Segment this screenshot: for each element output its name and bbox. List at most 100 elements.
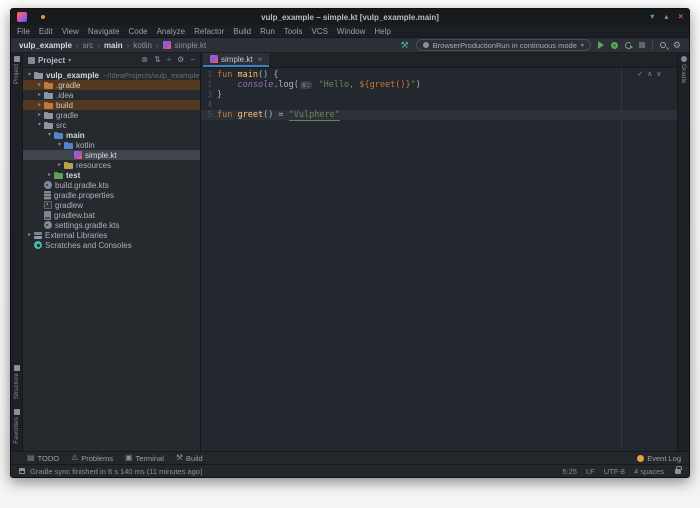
menu-run[interactable]: Run — [260, 27, 275, 36]
gradle-tool-icon — [680, 56, 687, 62]
breadcrumb-src[interactable]: src — [83, 41, 94, 50]
stop-button[interactable] — [638, 42, 645, 48]
hide-panel-button[interactable]: − — [190, 56, 195, 64]
profiler-button[interactable] — [624, 41, 633, 49]
tree-right-arrow-icon[interactable]: ▸ — [35, 100, 44, 110]
breadcrumb-kotlin[interactable]: kotlin — [133, 41, 152, 50]
code-line-5[interactable]: 5 fun greet() = "Vulphere" — [201, 110, 677, 121]
menu-tools[interactable]: Tools — [284, 27, 303, 36]
menu-help[interactable]: Help — [374, 27, 390, 36]
close-button[interactable]: × — [678, 13, 683, 21]
tool-stripe-structure[interactable]: Structure — [13, 364, 20, 399]
tree-item-gradle[interactable]: ▸ gradle — [23, 110, 200, 120]
next-problem-icon[interactable]: ∨ — [657, 70, 661, 78]
tool-window-button-problems[interactable]: ⚠ Problems — [71, 454, 113, 463]
breadcrumb-vulp_example[interactable]: vulp_example — [19, 41, 72, 50]
run-config-select[interactable]: BrowserProductionRun in continuous mode … — [415, 39, 591, 51]
tree-item-vulp_example[interactable]: ▾ vulp_example ~/IdeaProjects/vulp_example — [23, 70, 200, 80]
tree-right-arrow-icon[interactable]: ▸ — [55, 160, 64, 170]
status-encoding[interactable]: UTF-8 — [604, 467, 625, 476]
settings-gear-icon[interactable]: ⚙ — [177, 56, 184, 64]
tree-right-arrow-icon[interactable]: ▸ — [35, 110, 44, 120]
tool-stripe-favorites[interactable]: Favorites — [13, 409, 20, 444]
code-line-4[interactable]: 4 — [201, 100, 677, 110]
menu-vcs[interactable]: VCS — [311, 27, 327, 36]
menu-navigate[interactable]: Navigate — [88, 27, 120, 36]
tree-item-label: src — [56, 120, 67, 130]
tree-down-arrow-icon[interactable]: ▾ — [55, 140, 64, 150]
tab-simple-kt[interactable]: simple.kt × — [203, 53, 270, 67]
no-problems-icon[interactable]: ✓ — [638, 70, 643, 78]
code-lines: 1 fun main() {2 console.log(s: "Hello, ${… — [201, 70, 677, 121]
tree-right-arrow-icon[interactable]: ▸ — [45, 170, 54, 180]
chevron-down-icon[interactable]: ▾ — [68, 57, 71, 64]
prev-problem-icon[interactable]: ∧ — [648, 70, 652, 78]
tree-down-arrow-icon[interactable]: ▾ — [25, 70, 34, 80]
tree-right-arrow-icon[interactable]: ▸ — [35, 80, 44, 90]
code-text: } — [217, 90, 222, 100]
lock-icon[interactable] — [675, 465, 682, 474]
tool-window-button-build[interactable]: ⚒ Build — [176, 454, 203, 463]
tree-item-external-libraries[interactable]: ▸ External Libraries — [23, 230, 200, 240]
code-line-2[interactable]: 2 console.log(s: "Hello, ${greet()}") — [201, 80, 677, 90]
menu-refactor[interactable]: Refactor — [194, 27, 224, 36]
menu-code[interactable]: Code — [128, 27, 147, 36]
tree-item-gradle-properties[interactable]: gradle.properties — [23, 190, 200, 200]
tree-item-build[interactable]: ▸ build — [23, 100, 200, 110]
search-icon[interactable] — [659, 42, 666, 48]
menu-view[interactable]: View — [62, 27, 79, 36]
breadcrumb-main[interactable]: main — [104, 41, 123, 50]
tree-item-src[interactable]: ▾ src — [23, 120, 200, 130]
menu-analyze[interactable]: Analyze — [157, 27, 185, 36]
status-line-separator[interactable]: LF — [586, 467, 595, 476]
code-token: "Hello, — [318, 80, 360, 90]
folder-excluded-icon — [44, 81, 53, 90]
status-caret-position[interactable]: 5:25 — [562, 467, 577, 476]
close-tab-icon[interactable]: × — [258, 55, 263, 64]
settings-gear-icon[interactable]: ⚙ — [673, 40, 681, 50]
select-opened-file-button[interactable]: ⊗ — [141, 56, 148, 64]
debug-button[interactable] — [610, 41, 618, 49]
collapse-all-button[interactable]: ÷ — [167, 56, 171, 64]
tree-down-arrow-icon[interactable]: ▾ — [35, 120, 44, 130]
project-panel-title[interactable]: Project — [38, 56, 65, 65]
run-button[interactable] — [597, 41, 604, 49]
tree-item--gradle[interactable]: ▸ .gradle — [23, 80, 200, 90]
tree-right-arrow-icon[interactable]: ▸ — [35, 90, 44, 100]
tree-item-simple-kt[interactable]: simple.kt — [23, 150, 200, 160]
breadcrumb-simple-kt[interactable]: simple.kt — [175, 41, 207, 50]
tree-item-main[interactable]: ▾ main — [23, 130, 200, 140]
tool-window-button-terminal[interactable]: ▣ Terminal — [125, 454, 164, 463]
code-line-1[interactable]: 1 fun main() { — [201, 70, 677, 80]
tree-item--idea[interactable]: ▸ .idea — [23, 90, 200, 100]
code-editor[interactable]: 1 fun main() {2 console.log(s: "Hello, ${… — [201, 68, 677, 451]
expand-all-button[interactable]: ⇅ — [154, 56, 161, 64]
status-indent-setting[interactable]: 4 spaces — [634, 467, 664, 476]
tree-item-build-gradle-kts[interactable]: build.gradle.kts — [23, 180, 200, 190]
tree-down-arrow-icon[interactable]: ▾ — [45, 130, 54, 140]
build-hammer-icon[interactable]: ⚒ — [401, 40, 409, 50]
folder-test-icon — [54, 171, 63, 180]
tree-item-gradlew[interactable]: gradlew — [23, 200, 200, 210]
tree-item-kotlin[interactable]: ▾ kotlin — [23, 140, 200, 150]
tree-item-gradlew-bat[interactable]: gradlew.bat — [23, 210, 200, 220]
tree-right-arrow-icon[interactable]: ▸ — [25, 230, 34, 240]
maximize-button[interactable]: ▴ — [664, 13, 668, 21]
tree-item-test[interactable]: ▸ test — [23, 170, 200, 180]
menu-file[interactable]: File — [17, 27, 30, 36]
tool-stripe-gradle[interactable]: Gradle — [680, 56, 687, 84]
tree-item-scratches-and-consoles[interactable]: Scratches and Consoles — [23, 240, 200, 250]
menu-edit[interactable]: Edit — [39, 27, 53, 36]
tool-stripe-project[interactable]: Project — [13, 56, 20, 84]
tree-item-resources[interactable]: ▸ resources — [23, 160, 200, 170]
code-line-3[interactable]: 3} — [201, 90, 677, 100]
menu-build[interactable]: Build — [233, 27, 251, 36]
minimize-button[interactable]: ▾ — [650, 13, 654, 21]
tree-item-settings-gradle-kts[interactable]: settings.gradle.kts — [23, 220, 200, 230]
tool-window-button-todo[interactable]: ▤ TODO — [27, 454, 59, 463]
todo-icon: ▤ — [27, 453, 35, 462]
event-log-button[interactable]: Event Log — [637, 454, 681, 463]
menu-window[interactable]: Window — [337, 27, 365, 36]
kotlin-file-icon — [162, 41, 171, 49]
